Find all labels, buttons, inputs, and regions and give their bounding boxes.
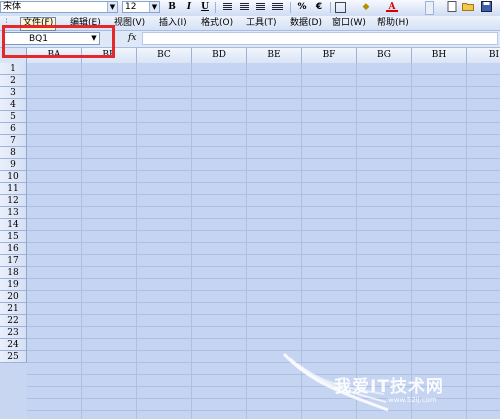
row-header-2[interactable]: 2: [0, 75, 27, 87]
row-header-17[interactable]: 17: [0, 255, 27, 267]
row-header-4[interactable]: 4: [0, 99, 27, 111]
row-header-23[interactable]: 23: [0, 327, 27, 339]
chevron-down-icon[interactable]: ▼: [107, 2, 117, 12]
row-header-7[interactable]: 7: [0, 135, 27, 147]
font-size-select[interactable]: 12 ▼: [122, 1, 160, 13]
open-folder-icon[interactable]: [462, 1, 474, 13]
new-document-icon[interactable]: [446, 1, 458, 13]
row-header-14[interactable]: 14: [0, 219, 27, 231]
column-header-bi[interactable]: BI: [467, 48, 500, 63]
fill-color-icon[interactable]: ◆: [360, 1, 372, 13]
row-header-8[interactable]: 8: [0, 147, 27, 159]
italic-button[interactable]: I: [183, 1, 195, 13]
row-header-6[interactable]: 6: [0, 123, 27, 135]
align-left-icon[interactable]: [223, 3, 232, 11]
font-color-button[interactable]: A: [386, 1, 398, 12]
font-size-value: 12: [125, 2, 137, 12]
save-icon[interactable]: [480, 1, 492, 13]
row-header-24[interactable]: 24: [0, 339, 27, 351]
row-header-13[interactable]: 13: [0, 207, 27, 219]
align-right-icon[interactable]: [256, 3, 265, 11]
row-header-18[interactable]: 18: [0, 267, 27, 279]
watermark-url: www.52ij.com: [388, 396, 437, 404]
row-header-11[interactable]: 11: [0, 183, 27, 195]
percent-style-button[interactable]: %: [296, 1, 308, 13]
font-name-value: 宋体: [3, 2, 22, 12]
function-icon[interactable]: fx: [128, 33, 136, 43]
menu-format[interactable]: 格式(O): [201, 17, 233, 29]
row-header-1[interactable]: 1: [0, 63, 27, 75]
formatting-toolbar: 宋体 ▼ 12 ▼ B I U % € ◆ A: [0, 0, 500, 17]
watermark: 我爱IT技术网 www.52ij.com: [282, 352, 500, 418]
menu-view[interactable]: 视图(V): [114, 17, 145, 29]
currency-button[interactable]: €: [313, 1, 325, 13]
column-header-bd[interactable]: BD: [192, 48, 247, 63]
merge-center-icon[interactable]: [272, 3, 283, 11]
row-header-21[interactable]: 21: [0, 303, 27, 315]
column-header-bc[interactable]: BC: [137, 48, 192, 63]
menu-data[interactable]: 数据(D): [290, 17, 322, 29]
formula-input[interactable]: [142, 32, 498, 45]
menu-insert[interactable]: 插入(I): [159, 17, 187, 29]
column-header-bg[interactable]: BG: [357, 48, 412, 63]
chevron-down-icon[interactable]: ▼: [149, 2, 159, 12]
watermark-text: 我爱IT技术网: [334, 377, 444, 397]
row-header-9[interactable]: 9: [0, 159, 27, 171]
align-center-icon[interactable]: [240, 3, 249, 11]
menu-help[interactable]: 帮助(H): [377, 17, 409, 29]
row-header-25[interactable]: 25: [0, 351, 27, 363]
menu-tools[interactable]: 工具(T): [246, 17, 277, 29]
row-header-15[interactable]: 15: [0, 231, 27, 243]
row-header-3[interactable]: 3: [0, 87, 27, 99]
column-header-bh[interactable]: BH: [412, 48, 467, 63]
row-header-16[interactable]: 16: [0, 243, 27, 255]
toolbar-separator: [290, 2, 291, 13]
row-header-12[interactable]: 12: [0, 195, 27, 207]
highlight-box: [2, 25, 115, 58]
borders-icon[interactable]: [335, 2, 346, 13]
row-header-10[interactable]: 10: [0, 171, 27, 183]
row-header-19[interactable]: 19: [0, 279, 27, 291]
column-header-bf[interactable]: BF: [302, 48, 357, 63]
font-name-select[interactable]: 宋体 ▼: [0, 1, 118, 13]
row-header-20[interactable]: 20: [0, 291, 27, 303]
row-header-5[interactable]: 5: [0, 111, 27, 123]
toolbar-options-icon[interactable]: [425, 1, 434, 15]
toolbar-separator: [330, 2, 331, 13]
menu-window[interactable]: 窗口(W): [332, 17, 366, 29]
underline-button[interactable]: U: [199, 1, 211, 13]
column-header-be[interactable]: BE: [247, 48, 302, 63]
row-header-22[interactable]: 22: [0, 315, 27, 327]
bold-button[interactable]: B: [166, 1, 178, 13]
toolbar-separator: [215, 2, 216, 13]
